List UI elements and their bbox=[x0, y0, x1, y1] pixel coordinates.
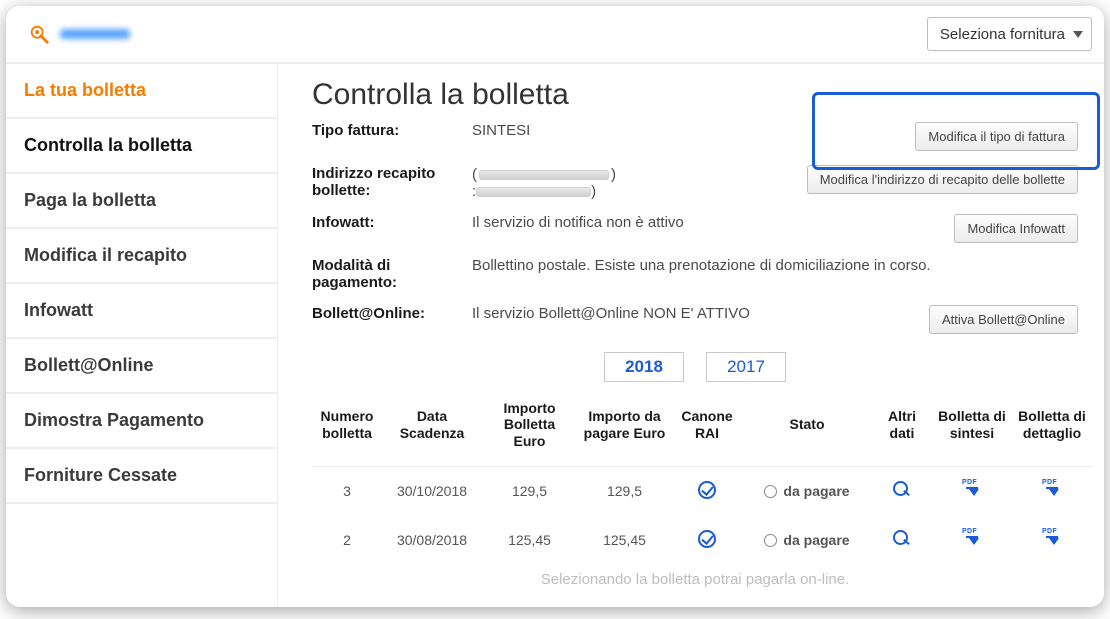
app-logo bbox=[18, 19, 140, 49]
sidebar-item-infowatt[interactable]: Infowatt bbox=[6, 284, 277, 339]
table-row: 330/10/2018129,5129,5da pagare bbox=[312, 466, 1092, 516]
bulb-icon bbox=[28, 23, 50, 45]
sidebar-item-label: Forniture Cessate bbox=[24, 465, 177, 485]
sidebar-item-dimostra-pagamento[interactable]: Dimostra Pagamento bbox=[6, 394, 277, 449]
col-altri: Altri dati bbox=[872, 392, 932, 467]
modifica-infowatt-button[interactable]: Modifica Infowatt bbox=[954, 214, 1078, 243]
value-tipo-fattura: SINTESI bbox=[472, 122, 778, 139]
main-content: Controlla la bolletta Tipo fattura: SINT… bbox=[278, 64, 1104, 607]
col-da-pagare: Importo da pagare Euro bbox=[577, 392, 672, 467]
sidebar-item-label: Bollett@Online bbox=[24, 355, 154, 375]
pdf-download-icon[interactable] bbox=[1042, 530, 1062, 548]
col-canone: Canone RAI bbox=[672, 392, 742, 467]
cell-altri-dati bbox=[872, 466, 932, 516]
sidebar-item-forniture-cessate[interactable]: Forniture Cessate bbox=[6, 449, 277, 504]
cell-canone bbox=[672, 516, 742, 565]
sidebar-item-controlla-bolletta[interactable]: Controlla la bolletta bbox=[6, 119, 277, 174]
year-tab-2018[interactable]: 2018 bbox=[604, 352, 684, 382]
label-indirizzo-recapito: Indirizzo recapito bollette: bbox=[312, 165, 472, 199]
col-dettaglio: Bolletta di dettaglio bbox=[1012, 392, 1092, 467]
sidebar-item-modifica-recapito[interactable]: Modifica il recapito bbox=[6, 229, 277, 284]
modifica-tipo-fattura-button[interactable]: Modifica il tipo di fattura bbox=[915, 122, 1078, 151]
cell-sintesi bbox=[932, 516, 1012, 565]
footer-hint: Selezionando la bolletta potrai pagarla … bbox=[312, 571, 1078, 588]
sidebar-item-label: Controlla la bolletta bbox=[24, 135, 192, 155]
cell-altri-dati bbox=[872, 516, 932, 565]
sidebar-item-label: Paga la bolletta bbox=[24, 190, 156, 210]
label-tipo-fattura: Tipo fattura: bbox=[312, 122, 472, 139]
topbar: Seleziona fornitura bbox=[6, 6, 1104, 64]
cell-canone bbox=[672, 466, 742, 516]
cell-importo: 125,45 bbox=[482, 516, 577, 565]
sidebar-item-label: Dimostra Pagamento bbox=[24, 410, 204, 430]
label-modalita-pagamento: Modalità di pagamento: bbox=[312, 257, 472, 291]
table-row: 230/08/2018125,45125,45da pagare bbox=[312, 516, 1092, 565]
cell-stato[interactable]: da pagare bbox=[742, 466, 872, 516]
supply-selector[interactable]: Seleziona fornitura bbox=[927, 17, 1092, 51]
pdf-download-icon[interactable] bbox=[962, 530, 982, 548]
sidebar-item-la-tua-bolletta[interactable]: La tua bolletta bbox=[6, 64, 277, 119]
sidebar: La tua bolletta Controlla la bolletta Pa… bbox=[6, 64, 278, 607]
cell-numero: 3 bbox=[312, 466, 382, 516]
year-tab-2017[interactable]: 2017 bbox=[706, 352, 786, 382]
cell-sintesi bbox=[932, 466, 1012, 516]
logo-text-redacted bbox=[60, 29, 130, 39]
magnify-icon[interactable] bbox=[893, 481, 911, 499]
cell-da-pagare: 125,45 bbox=[577, 516, 672, 565]
cell-scadenza: 30/10/2018 bbox=[382, 466, 482, 516]
cell-stato[interactable]: da pagare bbox=[742, 516, 872, 565]
value-modalita-pagamento: Bollettino postale. Esiste una prenotazi… bbox=[472, 257, 1078, 274]
sidebar-item-label: Infowatt bbox=[24, 300, 93, 320]
sidebar-item-label: Modifica il recapito bbox=[24, 245, 187, 265]
chevron-down-icon bbox=[1073, 31, 1083, 38]
radio-icon[interactable] bbox=[764, 485, 777, 498]
col-sintesi: Bolletta di sintesi bbox=[932, 392, 1012, 467]
sidebar-item-label: La tua bolletta bbox=[24, 80, 146, 100]
magnify-icon[interactable] bbox=[893, 530, 911, 548]
cell-importo: 129,5 bbox=[482, 466, 577, 516]
pdf-download-icon[interactable] bbox=[1042, 481, 1062, 499]
cell-scadenza: 30/08/2018 bbox=[382, 516, 482, 565]
col-scadenza: Data Scadenza bbox=[382, 392, 482, 467]
page-title: Controlla la bolletta bbox=[312, 78, 1078, 112]
label-bollett-online: Bollett@Online: bbox=[312, 305, 472, 322]
cell-dettaglio bbox=[1012, 516, 1092, 565]
check-icon bbox=[698, 530, 716, 548]
cell-numero: 2 bbox=[312, 516, 382, 565]
cell-da-pagare: 129,5 bbox=[577, 466, 672, 516]
pdf-download-icon[interactable] bbox=[962, 481, 982, 499]
check-icon bbox=[698, 481, 716, 499]
attiva-bollett-online-button[interactable]: Attiva Bollett@Online bbox=[929, 305, 1078, 334]
value-bollett-online: Il servizio Bollett@Online NON E' ATTIVO bbox=[472, 305, 778, 322]
year-tabs: 2018 2017 bbox=[312, 352, 1078, 382]
sidebar-item-bollett-online[interactable]: Bollett@Online bbox=[6, 339, 277, 394]
value-indirizzo-recapito: :) bbox=[472, 165, 778, 200]
sidebar-item-paga-bolletta[interactable]: Paga la bolletta bbox=[6, 174, 277, 229]
label-infowatt: Infowatt: bbox=[312, 214, 472, 231]
col-importo: Importo Bolletta Euro bbox=[482, 392, 577, 467]
radio-icon[interactable] bbox=[764, 534, 777, 547]
col-stato: Stato bbox=[742, 392, 872, 467]
col-numero: Numero bolletta bbox=[312, 392, 382, 467]
value-infowatt: Il servizio di notifica non è attivo bbox=[472, 214, 778, 231]
supply-selector-label: Seleziona fornitura bbox=[940, 26, 1065, 43]
modifica-indirizzo-button[interactable]: Modifica l'indirizzo di recapito delle b… bbox=[807, 165, 1078, 194]
bills-table: Numero bolletta Data Scadenza Importo Bo… bbox=[312, 392, 1092, 565]
cell-dettaglio bbox=[1012, 466, 1092, 516]
